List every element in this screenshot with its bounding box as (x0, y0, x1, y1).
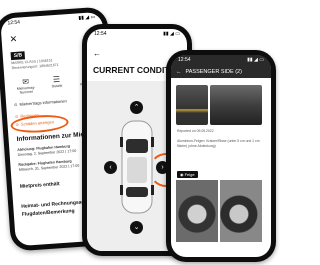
damage-tag: ◉ Felge (177, 171, 198, 178)
damage-description: Aluminium-Felgen: Kratzer/Risse (unter 5… (177, 139, 260, 148)
driver-side-button[interactable]: ‹ (104, 161, 117, 174)
close-icon[interactable]: ✕ (9, 34, 17, 45)
status-icons: ▮▮ ◢ ▭ (78, 14, 96, 22)
chevron-left-icon: ‹ (109, 164, 112, 171)
arrow-left-icon[interactable]: ← (93, 49, 101, 58)
chevron-down-icon: ⌄ (133, 224, 140, 231)
info-icon: ⊙ (14, 101, 18, 108)
wheel-photo[interactable] (220, 180, 262, 242)
damage-tag-label: Felge (184, 172, 195, 177)
contract-number-label: Mietvertrag-Nummer (16, 85, 36, 95)
details-button[interactable]: ☰ Details (43, 74, 70, 93)
contract-number-button[interactable]: ✉ Mietvertrag-Nummer (12, 76, 39, 95)
status-icons: ▮▮ ◢ ▭ (163, 31, 180, 37)
status-time: 12:54 (94, 31, 107, 37)
vehicle-tag: S/B (10, 51, 26, 61)
toolbar: ← PASSENGER SIDE (2) (171, 66, 271, 78)
chevron-up-icon: ⌃ (133, 104, 140, 111)
status-time: 12:54 (7, 19, 21, 27)
damage-photo[interactable] (176, 85, 208, 125)
report-date: Reported on 09.05.2022 (177, 129, 214, 133)
status-bar: 12:54 ▮▮ ◢ ▭ (87, 29, 187, 40)
status-bar: 12:54 ▮▮ ◢ ▭ (0, 12, 103, 30)
front-view-button[interactable]: ⌃ (130, 101, 143, 114)
status-bar: 12:54 ▮▮ ◢ ▭ (171, 55, 271, 66)
wheel-photo[interactable] (176, 180, 218, 242)
status-icons: ▮▮ ◢ ▭ (247, 57, 264, 63)
details-label: Details (51, 83, 63, 89)
screen-passenger-side: 12:54 ▮▮ ◢ ▭ ← PASSENGER SIDE (2) Report… (171, 55, 271, 257)
list-item-label: Mietvertrags informationen (19, 98, 67, 107)
toolbar-title: PASSENGER SIDE (2) (185, 69, 242, 75)
status-time: 12:54 (178, 57, 191, 63)
damage-photo[interactable] (210, 85, 262, 125)
arrow-left-icon[interactable]: ← (176, 69, 182, 75)
phone-mockup-passenger-side: 12:54 ▮▮ ◢ ▭ ← PASSENGER SIDE (2) Report… (166, 50, 276, 262)
rear-view-button[interactable]: ⌄ (130, 221, 143, 234)
